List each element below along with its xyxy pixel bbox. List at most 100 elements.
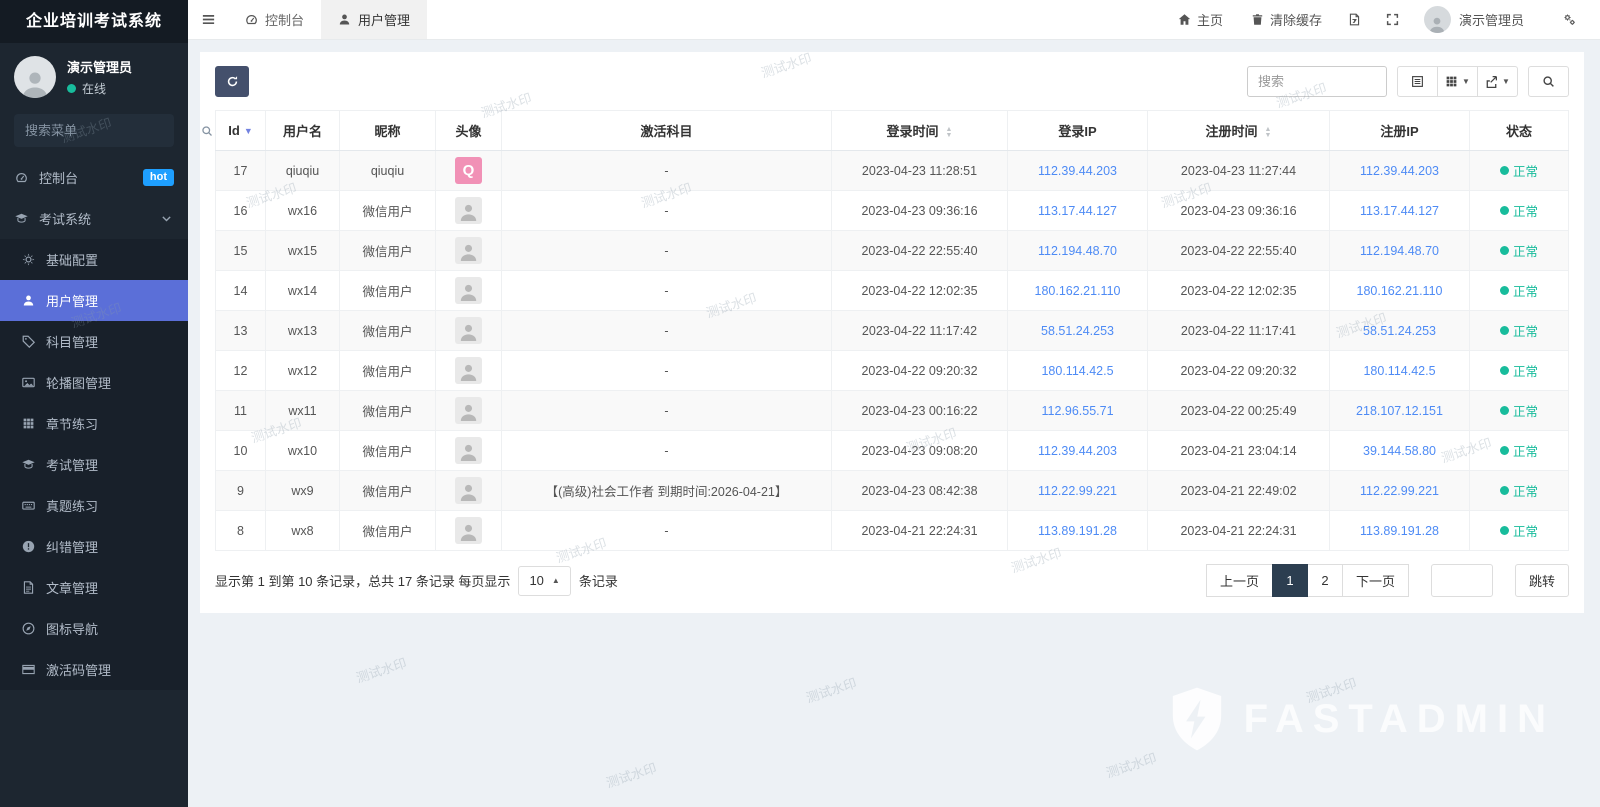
user-avatar — [455, 357, 482, 384]
sidebar-item-real-question-practice[interactable]: 真题练习 — [0, 485, 188, 526]
cell-nickname: 微信用户 — [340, 311, 436, 351]
status-dot-icon — [1500, 166, 1509, 175]
sidebar-item-label: 轮播图管理 — [46, 373, 111, 392]
cell-login-time: 2023-04-22 12:02:35 — [832, 271, 1008, 311]
tab-user-management[interactable]: 用户管理 — [321, 0, 427, 39]
users-table: Id▼用户名昵称头像激活科目登录时间▲▼登录IP注册时间▲▼注册IP状态 17 … — [215, 110, 1569, 551]
cell-id: 11 — [216, 391, 266, 431]
menu-search[interactable] — [14, 114, 174, 147]
list-view-icon — [1411, 75, 1424, 88]
sidebar-item-article-management[interactable]: 文章管理 — [0, 567, 188, 608]
reg-ip-link[interactable]: 180.114.42.5 — [1363, 364, 1435, 378]
home-link[interactable]: 主页 — [1166, 0, 1235, 40]
login-ip-link[interactable]: 112.194.48.70 — [1038, 244, 1117, 258]
clear-cache-link[interactable]: 清除缓存 — [1239, 0, 1334, 40]
table-row: 16 wx16 微信用户 - 2023-04-23 09:36:16 113.1… — [216, 191, 1569, 231]
tab-label: 用户管理 — [358, 10, 410, 29]
reg-ip-link[interactable]: 112.22.99.221 — [1360, 484, 1439, 498]
page-size-select[interactable]: 10 ▲ — [518, 566, 570, 596]
reg-ip-link[interactable]: 39.144.58.80 — [1363, 444, 1436, 458]
login-ip-link[interactable]: 112.39.44.203 — [1038, 444, 1117, 458]
search-submit-button[interactable] — [1528, 66, 1569, 97]
login-ip-link[interactable]: 112.39.44.203 — [1038, 164, 1117, 178]
sidebar-item-label: 图标导航 — [46, 619, 98, 638]
cell-nickname: 微信用户 — [340, 191, 436, 231]
reg-ip-link[interactable]: 58.51.24.253 — [1363, 324, 1436, 338]
column-label: 登录时间 — [887, 124, 939, 139]
sidebar-item-chapter-practice[interactable]: 章节练习 — [0, 403, 188, 444]
sidebar-item-subject-management[interactable]: 科目管理 — [0, 321, 188, 362]
status-dot-icon — [1500, 366, 1509, 375]
refresh-button[interactable] — [215, 66, 249, 97]
sidebar-item-label: 章节练习 — [46, 414, 98, 433]
login-ip-link[interactable]: 113.17.44.127 — [1038, 204, 1117, 218]
login-ip-link[interactable]: 180.114.42.5 — [1041, 364, 1113, 378]
export-icon — [1485, 75, 1498, 88]
status-dot-icon — [1500, 286, 1509, 295]
table-search-input[interactable] — [1247, 66, 1387, 97]
column-header[interactable]: 注册时间▲▼ — [1148, 111, 1330, 151]
jump-button[interactable]: 跳转 — [1515, 564, 1569, 597]
login-ip-link[interactable]: 112.96.55.71 — [1041, 404, 1113, 418]
tab-console[interactable]: 控制台 — [228, 0, 321, 39]
reg-ip-link[interactable]: 112.194.48.70 — [1360, 244, 1439, 258]
next-page-button[interactable]: 下一页 — [1342, 564, 1409, 597]
prev-page-button[interactable]: 上一页 — [1206, 564, 1273, 597]
user-menu[interactable]: 演示管理员 — [1414, 6, 1534, 33]
status-dot-icon — [1500, 206, 1509, 215]
reg-ip-link[interactable]: 180.162.21.110 — [1357, 284, 1443, 298]
column-header[interactable]: 登录时间▲▼ — [832, 111, 1008, 151]
person-icon — [20, 68, 50, 98]
fullscreen-button[interactable] — [1376, 0, 1410, 40]
sidebar-item-icon-nav[interactable]: 图标导航 — [0, 608, 188, 649]
sidebar-item-basic-config[interactable]: 基础配置 — [0, 239, 188, 280]
column-header[interactable]: Id▼ — [216, 111, 266, 151]
login-ip-link[interactable]: 58.51.24.253 — [1041, 324, 1114, 338]
sidebar-item-exam-system[interactable]: 考试系统 — [0, 198, 188, 239]
graduation-icon — [14, 212, 29, 225]
sidebar-item-banner-management[interactable]: 轮播图管理 — [0, 362, 188, 403]
login-ip-link[interactable]: 113.89.191.28 — [1038, 524, 1117, 538]
table-row: 11 wx11 微信用户 - 2023-04-23 00:16:22 112.9… — [216, 391, 1569, 431]
sidebar-item-exam-management[interactable]: 考试管理 — [0, 444, 188, 485]
column-header: 用户名 — [266, 111, 340, 151]
sidebar-toggle-button[interactable] — [188, 0, 228, 39]
reg-ip-link[interactable]: 218.107.12.151 — [1356, 404, 1443, 418]
cell-subject: - — [502, 351, 832, 391]
columns-button[interactable]: ▼ — [1437, 66, 1478, 97]
language-button[interactable] — [1338, 0, 1372, 40]
sidebar-item-dashboard[interactable]: 控制台 hot — [0, 157, 188, 198]
table-footer: 显示第 1 到第 10 条记录，总共 17 条记录 每页显示 10 ▲ 条记录 … — [215, 564, 1569, 597]
gears-icon — [1563, 13, 1576, 26]
jump-page-input[interactable] — [1431, 564, 1493, 597]
cell-subject: - — [502, 271, 832, 311]
login-ip-link[interactable]: 180.162.21.110 — [1035, 284, 1121, 298]
export-button[interactable]: ▼ — [1477, 66, 1518, 97]
settings-button[interactable] — [1552, 0, 1586, 40]
status-dot-icon — [1500, 526, 1509, 535]
menu-search-input[interactable] — [25, 123, 201, 138]
graduation-icon — [21, 458, 36, 471]
login-ip-link[interactable]: 112.22.99.221 — [1038, 484, 1117, 498]
reg-ip-link[interactable]: 113.17.44.127 — [1360, 204, 1439, 218]
sidebar-item-error-correction[interactable]: 纠错管理 — [0, 526, 188, 567]
page-button-1[interactable]: 1 — [1272, 564, 1308, 597]
user-panel[interactable]: 演示管理员 在线 — [0, 43, 188, 108]
dashboard-icon — [245, 13, 258, 26]
column-label: 用户名 — [283, 124, 322, 139]
reg-ip-link[interactable]: 113.89.191.28 — [1360, 524, 1439, 538]
cell-login-time: 2023-04-21 22:24:31 — [832, 511, 1008, 551]
cell-id: 13 — [216, 311, 266, 351]
status-badge: 正常 — [1500, 481, 1538, 500]
reg-ip-link[interactable]: 112.39.44.203 — [1360, 164, 1439, 178]
page-button-2[interactable]: 2 — [1307, 564, 1343, 597]
sidebar-item-activation-code[interactable]: 激活码管理 — [0, 649, 188, 690]
grid-icon — [21, 417, 36, 430]
sidebar-username: 演示管理员 — [67, 57, 132, 76]
toggle-view-button[interactable] — [1397, 66, 1438, 97]
status-badge: 正常 — [1500, 281, 1538, 300]
person-icon — [459, 362, 478, 384]
caret-down-icon: ▼ — [1502, 77, 1510, 86]
cell-reg-time: 2023-04-22 12:02:35 — [1148, 271, 1330, 311]
sidebar-item-user-management[interactable]: 用户管理 — [0, 280, 188, 321]
